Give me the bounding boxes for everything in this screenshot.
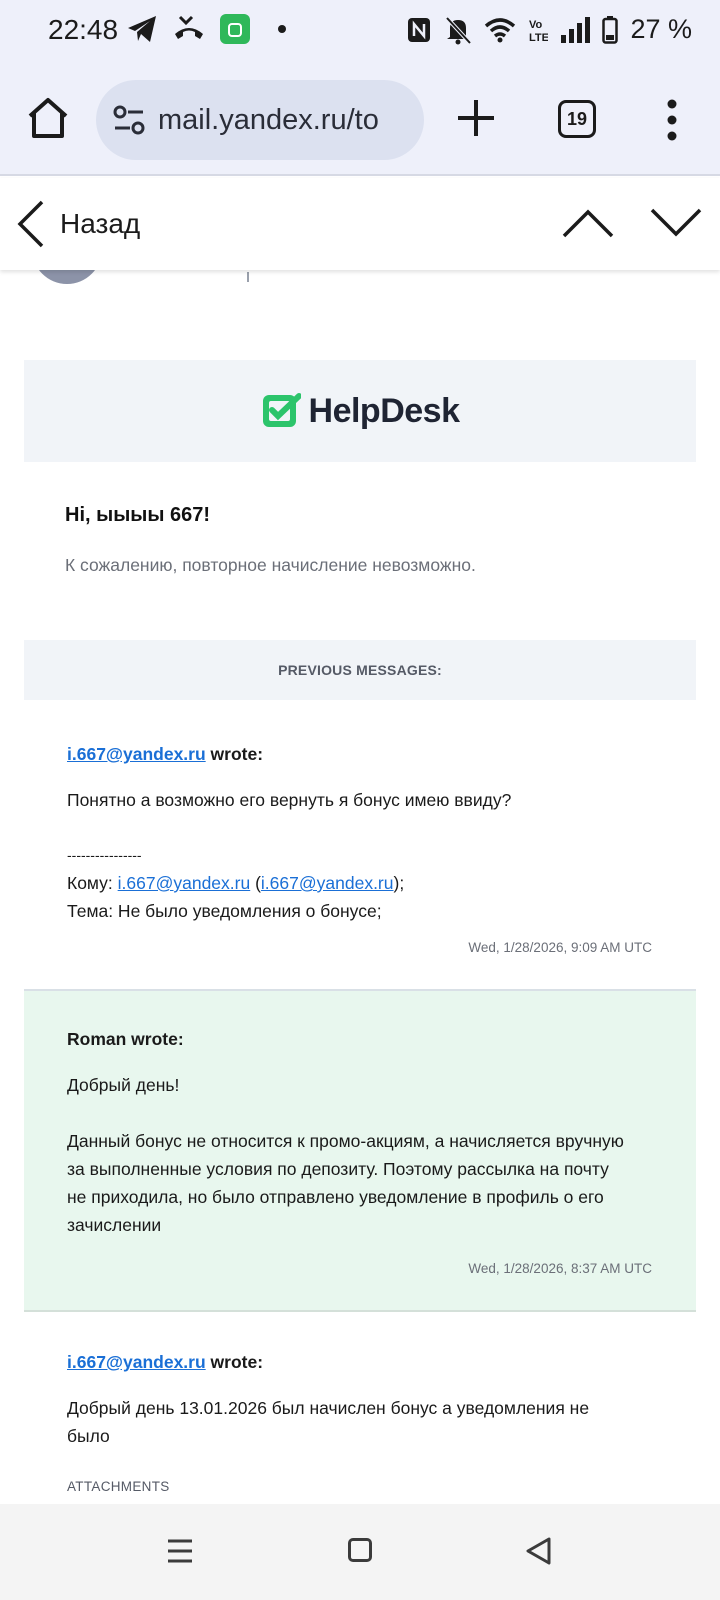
previous-messages-label: PREVIOUS MESSAGES: [24, 640, 696, 700]
author-email-link[interactable]: i.667@yandex.ru [67, 744, 206, 764]
tab-switcher-button[interactable]: 19 [558, 100, 596, 138]
to-line: Кому: i.667@yandex.ru (i.667@yandex.ru); [67, 873, 405, 893]
quoted-message: i.667@yandex.ru wrote: Добрый день 13.01… [24, 1312, 696, 1512]
message-author: i.667@yandex.ru wrote: [67, 1352, 264, 1372]
back-button[interactable]: Назад [14, 198, 140, 250]
battery-icon [602, 15, 619, 44]
message-greeting: Добрый день! [67, 1075, 180, 1095]
bell-off-icon [445, 16, 472, 44]
helpdesk-check-icon [262, 393, 301, 427]
attachments-label: ATTACHMENTS [67, 1479, 170, 1494]
helpdesk-logo-banner: HelpDesk [24, 360, 696, 462]
home-nav-icon[interactable] [348, 1538, 372, 1562]
mail-header: Назад [0, 178, 720, 270]
to-email-link-2[interactable]: i.667@yandex.ru [261, 873, 394, 893]
wifi-icon [485, 17, 516, 42]
chevron-down-icon[interactable] [648, 202, 704, 242]
signal-icon [561, 16, 591, 43]
message-author: i.667@yandex.ru wrote: [67, 744, 264, 764]
author-email-link[interactable]: i.667@yandex.ru [67, 1352, 206, 1372]
message-body: Данный бонус не относится к промо-акциям… [67, 1131, 624, 1235]
status-time: 22:48 [48, 14, 119, 45]
chevron-left-icon [17, 200, 44, 248]
chevron-up-icon[interactable] [560, 202, 616, 242]
svg-text:LTE: LTE [529, 32, 548, 44]
svg-text:Vo: Vo [529, 19, 543, 31]
nfc-icon [408, 17, 431, 42]
status-bar: 22:48 Vo LTE 27 % [0, 0, 720, 64]
email-greeting: Hi, ыыыы 667! [65, 504, 211, 526]
telegram-icon [128, 16, 156, 42]
system-nav-bar [0, 1504, 720, 1600]
quoted-message: i.667@yandex.ru wrote: Понятно а возможн… [24, 700, 696, 991]
browser-toolbar: mail.yandex.ru/to 19 [0, 64, 720, 176]
back-label: Назад [60, 208, 141, 239]
volte-icon: Vo LTE [529, 19, 548, 44]
url-text[interactable]: mail.yandex.ru/to [158, 104, 379, 137]
helpdesk-logo-text: HelpDesk [308, 391, 460, 430]
dot-icon [278, 25, 286, 33]
back-nav-icon[interactable] [524, 1536, 554, 1566]
header-divider [247, 272, 249, 282]
email-intro: К сожалению, повторное начисление невозм… [65, 555, 476, 575]
quoted-message: Roman wrote: Добрый день! Данный бонус н… [24, 991, 696, 1312]
new-tab-icon[interactable] [454, 96, 498, 140]
app-store-icon [220, 14, 250, 44]
to-email-link[interactable]: i.667@yandex.ru [118, 873, 251, 893]
message-date: Wed, 1/28/2026, 8:37 AM UTC [468, 1261, 652, 1276]
address-bar[interactable]: mail.yandex.ru/to [96, 80, 424, 160]
battery-percent: 27 % [630, 14, 692, 44]
recent-apps-icon[interactable] [166, 1538, 194, 1564]
message-body: Добрый день 13.01.2026 был начислен бону… [67, 1398, 590, 1446]
message-date: Wed, 1/28/2026, 9:09 AM UTC [468, 940, 652, 955]
home-icon[interactable] [24, 94, 72, 142]
message-author: Roman wrote: [67, 1029, 184, 1049]
missed-call-icon [175, 15, 203, 39]
separator-line: ---------------- [67, 847, 142, 863]
message-body: Понятно а возможно его вернуть я бонус и… [67, 790, 512, 810]
more-menu-icon[interactable] [660, 98, 684, 142]
site-settings-icon[interactable] [112, 103, 146, 137]
subject-line: Тема: Не было уведомления о бонусе; [67, 901, 382, 921]
